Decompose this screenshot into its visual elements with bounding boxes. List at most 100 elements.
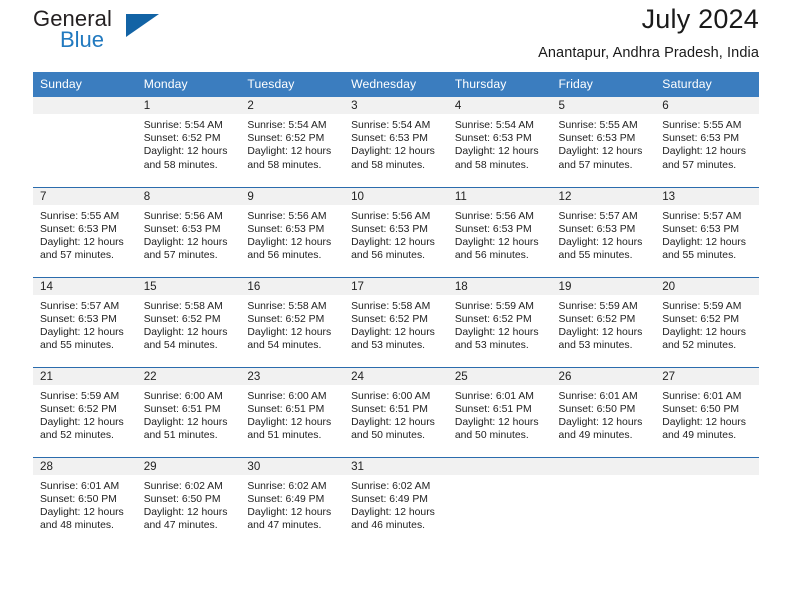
daylight-text-line2: and 56 minutes. [351, 250, 426, 262]
day-number: 2 [240, 97, 345, 114]
daylight-text-line1: Daylight: 12 hours [247, 146, 332, 158]
day-number: 26 [551, 367, 656, 385]
daylight-text-line2: and 52 minutes. [40, 430, 114, 442]
weekday-header-sunday: Sunday [33, 72, 137, 97]
sunrise-text: Sunrise: 5:59 AM [558, 300, 638, 312]
day-cell[interactable]: 16 Sunrise: 5:58 AM Sunset: 6:52 PM Dayl… [240, 276, 345, 367]
day-cell[interactable]: 29 Sunrise: 6:02 AM Sunset: 6:50 PM Dayl… [136, 456, 241, 547]
day-cell[interactable]: 3 Sunrise: 5:54 AM Sunset: 6:53 PM Dayli… [344, 97, 448, 187]
sunset-text: Sunset: 6:51 PM [351, 403, 428, 415]
sunset-text: Sunset: 6:53 PM [351, 223, 428, 235]
day-cell[interactable]: 23 Sunrise: 6:00 AM Sunset: 6:51 PM Dayl… [240, 366, 345, 457]
day-cell[interactable]: 11 Sunrise: 5:56 AM Sunset: 6:53 PM Dayl… [447, 186, 552, 277]
daylight-text-line2: and 52 minutes. [662, 340, 737, 352]
calendar-week-row: 7 Sunrise: 5:55 AM Sunset: 6:53 PM Dayli… [33, 186, 759, 277]
day-cell[interactable]: 20 Sunrise: 5:59 AM Sunset: 6:52 PM Dayl… [655, 276, 759, 367]
day-details: Sunrise: 5:55 AM Sunset: 6:53 PM Dayligh… [33, 205, 137, 263]
sunrise-text: Sunrise: 5:59 AM [454, 300, 534, 312]
day-cell[interactable]: 6 Sunrise: 5:55 AM Sunset: 6:53 PM Dayli… [655, 97, 759, 187]
daylight-text-line1: Daylight: 12 hours [558, 236, 643, 248]
sunset-text: Sunset: 6:53 PM [454, 133, 532, 145]
sunset-text: Sunset: 6:52 PM [351, 313, 428, 325]
day-details: Sunrise: 5:55 AM Sunset: 6:53 PM Dayligh… [655, 114, 759, 172]
daylight-text-line1: Daylight: 12 hours [662, 146, 746, 158]
day-cell[interactable]: 22 Sunrise: 6:00 AM Sunset: 6:51 PM Dayl… [136, 366, 241, 457]
daylight-text-line1: Daylight: 12 hours [454, 326, 539, 338]
daylight-text-line2: and 54 minutes. [143, 340, 218, 352]
day-details: Sunrise: 5:54 AM Sunset: 6:53 PM Dayligh… [344, 114, 448, 172]
daylight-text-line1: Daylight: 12 hours [558, 326, 643, 338]
day-details: Sunrise: 5:59 AM Sunset: 6:52 PM Dayligh… [655, 295, 759, 353]
day-cell[interactable]: 27 Sunrise: 6:01 AM Sunset: 6:50 PM Dayl… [655, 366, 759, 457]
daylight-text-line1: Daylight: 12 hours [454, 416, 539, 428]
daylight-text-line1: Daylight: 12 hours [247, 326, 332, 338]
day-cell[interactable]: 26 Sunrise: 6:01 AM Sunset: 6:50 PM Dayl… [551, 366, 656, 457]
day-details: Sunrise: 5:56 AM Sunset: 6:53 PM Dayligh… [448, 205, 552, 263]
day-cell[interactable]: 13 Sunrise: 5:57 AM Sunset: 6:53 PM Dayl… [655, 186, 759, 277]
sunrise-text: Sunrise: 6:01 AM [662, 390, 742, 402]
daylight-text-line2: and 54 minutes. [247, 340, 322, 352]
sunrise-text: Sunrise: 5:58 AM [247, 300, 327, 312]
day-cell[interactable]: 21 Sunrise: 5:59 AM Sunset: 6:52 PM Dayl… [33, 366, 137, 457]
day-cell[interactable]: 14 Sunrise: 5:57 AM Sunset: 6:53 PM Dayl… [33, 276, 137, 367]
daylight-text-line2: and 57 minutes. [143, 250, 218, 262]
day-cell[interactable]: 4 Sunrise: 5:54 AM Sunset: 6:53 PM Dayli… [447, 97, 552, 187]
sunrise-text: Sunrise: 5:55 AM [558, 120, 638, 131]
day-details: Sunrise: 6:01 AM Sunset: 6:50 PM Dayligh… [33, 475, 137, 533]
day-number: 5 [551, 97, 656, 114]
daylight-text-line2: and 58 minutes. [247, 159, 322, 171]
day-number: 6 [655, 97, 759, 114]
general-blue-logo[interactable]: General Blue [33, 6, 163, 56]
day-cell[interactable]: 31 Sunrise: 6:02 AM Sunset: 6:49 PM Dayl… [344, 456, 448, 547]
sunrise-text: Sunrise: 5:54 AM [351, 120, 431, 131]
daylight-text-line2: and 51 minutes. [143, 430, 218, 442]
sunset-text: Sunset: 6:53 PM [40, 313, 117, 325]
day-cell[interactable]: 1 Sunrise: 5:54 AM Sunset: 6:52 PM Dayli… [136, 97, 241, 187]
day-cell[interactable]: 12 Sunrise: 5:57 AM Sunset: 6:53 PM Dayl… [551, 186, 656, 277]
sunset-text: Sunset: 6:49 PM [351, 493, 428, 505]
sunset-text: Sunset: 6:50 PM [558, 403, 636, 415]
day-number: 27 [655, 367, 759, 385]
day-cell[interactable]: 18 Sunrise: 5:59 AM Sunset: 6:52 PM Dayl… [447, 276, 552, 367]
day-details: Sunrise: 5:59 AM Sunset: 6:52 PM Dayligh… [33, 385, 137, 443]
sunrise-text: Sunrise: 5:56 AM [351, 210, 431, 222]
sunset-text: Sunset: 6:52 PM [558, 313, 636, 325]
day-cell[interactable]: 19 Sunrise: 5:59 AM Sunset: 6:52 PM Dayl… [551, 276, 656, 367]
day-details: Sunrise: 6:00 AM Sunset: 6:51 PM Dayligh… [344, 385, 448, 443]
daylight-text-line2: and 50 minutes. [454, 430, 529, 442]
daylight-text-line1: Daylight: 12 hours [351, 506, 435, 518]
day-number: 10 [344, 187, 448, 205]
day-cell[interactable]: 8 Sunrise: 5:56 AM Sunset: 6:53 PM Dayli… [136, 186, 241, 277]
daylight-text-line2: and 47 minutes. [143, 520, 218, 532]
day-details: Sunrise: 5:59 AM Sunset: 6:52 PM Dayligh… [448, 295, 552, 353]
sunset-text: Sunset: 6:49 PM [247, 493, 325, 505]
calendar-header-row: Sunday Monday Tuesday Wednesday Thursday… [33, 72, 759, 97]
sunset-text: Sunset: 6:53 PM [662, 223, 740, 235]
day-details: Sunrise: 5:56 AM Sunset: 6:53 PM Dayligh… [137, 205, 241, 263]
weekday-header-saturday: Saturday [655, 72, 759, 97]
sunrise-text: Sunrise: 5:54 AM [247, 120, 327, 131]
day-cell[interactable]: 30 Sunrise: 6:02 AM Sunset: 6:49 PM Dayl… [240, 456, 345, 547]
day-cell[interactable]: 17 Sunrise: 5:58 AM Sunset: 6:52 PM Dayl… [344, 276, 448, 367]
sunrise-text: Sunrise: 5:58 AM [351, 300, 431, 312]
day-cell[interactable]: 24 Sunrise: 6:00 AM Sunset: 6:51 PM Dayl… [344, 366, 448, 457]
sunrise-text: Sunrise: 5:56 AM [247, 210, 327, 222]
day-cell[interactable]: 28 Sunrise: 6:01 AM Sunset: 6:50 PM Dayl… [33, 456, 137, 547]
day-cell[interactable]: 25 Sunrise: 6:01 AM Sunset: 6:51 PM Dayl… [447, 366, 552, 457]
sunset-text: Sunset: 6:51 PM [143, 403, 221, 415]
sunrise-text: Sunrise: 5:56 AM [454, 210, 534, 222]
day-cell[interactable]: 5 Sunrise: 5:55 AM Sunset: 6:53 PM Dayli… [551, 97, 656, 187]
daylight-text-line2: and 50 minutes. [351, 430, 426, 442]
day-number [447, 457, 552, 475]
day-details: Sunrise: 5:54 AM Sunset: 6:52 PM Dayligh… [137, 114, 241, 172]
page-header: General Blue July 2024 Anantapur, Andhra… [33, 0, 759, 72]
day-cell[interactable]: 2 Sunrise: 5:54 AM Sunset: 6:52 PM Dayli… [240, 97, 345, 187]
weekday-header-tuesday: Tuesday [240, 72, 345, 97]
daylight-text-line1: Daylight: 12 hours [40, 506, 124, 518]
day-cell[interactable]: 7 Sunrise: 5:55 AM Sunset: 6:53 PM Dayli… [33, 186, 137, 277]
daylight-text-line1: Daylight: 12 hours [454, 236, 539, 248]
daylight-text-line1: Daylight: 12 hours [143, 236, 228, 248]
day-cell[interactable]: 15 Sunrise: 5:58 AM Sunset: 6:52 PM Dayl… [136, 276, 241, 367]
day-cell[interactable]: 9 Sunrise: 5:56 AM Sunset: 6:53 PM Dayli… [240, 186, 345, 277]
day-cell[interactable]: 10 Sunrise: 5:56 AM Sunset: 6:53 PM Dayl… [344, 186, 448, 277]
